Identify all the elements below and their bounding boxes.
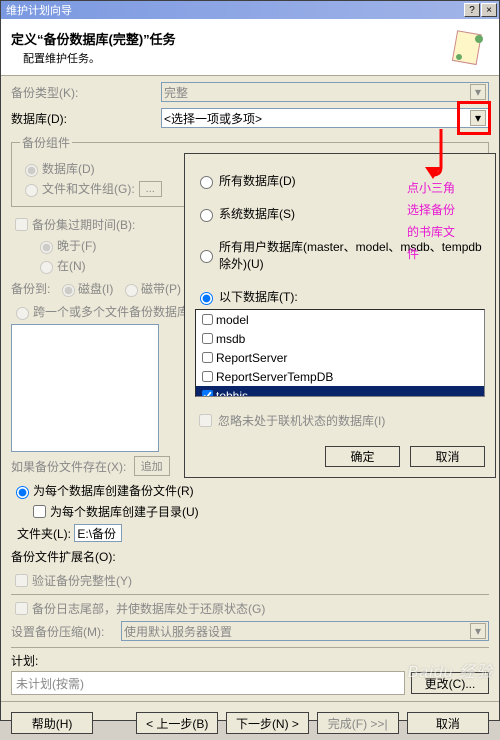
next-button[interactable]: 下一步(N) >	[226, 712, 308, 734]
exists-combo: 追加	[134, 456, 170, 476]
titlebar: 维护计划向导 ? ×	[1, 1, 499, 19]
subdir-check[interactable]	[33, 505, 46, 518]
cancel-button[interactable]: 取消	[410, 446, 485, 467]
db-list-item[interactable]: tobhis	[196, 386, 484, 397]
expire-on-radio	[40, 261, 53, 274]
perdb-radio[interactable]	[16, 486, 29, 499]
backup-to-label: 备份到:	[11, 280, 50, 297]
verify-check	[15, 574, 28, 587]
db-list-item[interactable]: msdb	[196, 329, 484, 348]
ok-button[interactable]: 确定	[325, 446, 400, 467]
database-checklist[interactable]: modelmsdbReportServerReportServerTempDBt…	[195, 309, 485, 397]
page-title: 定义“备份数据库(完整)”任务	[11, 29, 449, 48]
watermark: Baidu 经验	[408, 658, 493, 682]
across-files-radio	[16, 307, 29, 320]
expire-after-radio	[40, 241, 53, 254]
wizard-header: 定义“备份数据库(完整)”任务 配置维护任务。	[1, 19, 499, 76]
db-item-checkbox[interactable]	[202, 390, 213, 397]
database-combo[interactable]: <选择一项或多项>▾	[161, 108, 489, 128]
backup-type-combo: 完整▾	[161, 82, 489, 102]
db-list-item[interactable]: model	[196, 310, 484, 329]
db-list-item[interactable]: ReportServer	[196, 348, 484, 367]
opt-user-radio[interactable]	[200, 250, 213, 263]
folder-input[interactable]	[74, 524, 122, 542]
wizard-window: 维护计划向导 ? × 定义“备份数据库(完整)”任务 配置维护任务。 备份类型(…	[0, 0, 500, 721]
annotation-text: 点小三角 选择备份 的书库文 件	[407, 177, 455, 265]
annotation-highlight-box	[457, 101, 491, 135]
cancel-button[interactable]: 取消	[407, 712, 489, 734]
plan-display: 未计划(按需)	[11, 671, 405, 695]
ignore-offline-check	[199, 414, 212, 427]
opt-system-radio[interactable]	[200, 209, 213, 222]
backup-tape-radio	[125, 284, 138, 297]
backup-type-label: 备份类型(K):	[11, 84, 161, 101]
wizard-footer: 帮助(H) < 上一步(B) 下一步(N) > 完成(F) >>| 取消	[1, 706, 499, 740]
db-item-checkbox[interactable]	[202, 371, 213, 382]
window-title: 维护计划向导	[3, 2, 463, 18]
wizard-icon	[449, 27, 489, 67]
db-item-checkbox[interactable]	[202, 333, 213, 344]
compress-combo: 使用默认服务器设置▾	[121, 621, 489, 641]
database-label: 数据库(D):	[11, 110, 161, 127]
expire-check	[15, 218, 28, 231]
help-button[interactable]: 帮助(H)	[11, 712, 93, 734]
db-item-checkbox[interactable]	[202, 314, 213, 325]
ellipsis-button: ...	[139, 181, 162, 197]
db-item-checkbox[interactable]	[202, 352, 213, 363]
component-files-radio	[25, 184, 38, 197]
close-button[interactable]: ×	[481, 3, 497, 17]
db-list-item[interactable]: ReportServerTempDB	[196, 367, 484, 386]
chevron-down-icon: ▾	[470, 84, 486, 100]
back-button[interactable]: < 上一步(B)	[136, 712, 218, 734]
backup-disk-radio	[62, 284, 75, 297]
chevron-down-icon: ▾	[470, 623, 486, 639]
component-db-radio	[25, 164, 38, 177]
finish-button: 完成(F) >>|	[317, 712, 399, 734]
opt-all-radio[interactable]	[200, 176, 213, 189]
files-list	[11, 324, 159, 452]
help-button[interactable]: ?	[464, 3, 480, 17]
tail-check	[15, 602, 28, 615]
opt-these-radio[interactable]	[200, 292, 213, 305]
page-subtitle: 配置维护任务。	[11, 50, 449, 66]
